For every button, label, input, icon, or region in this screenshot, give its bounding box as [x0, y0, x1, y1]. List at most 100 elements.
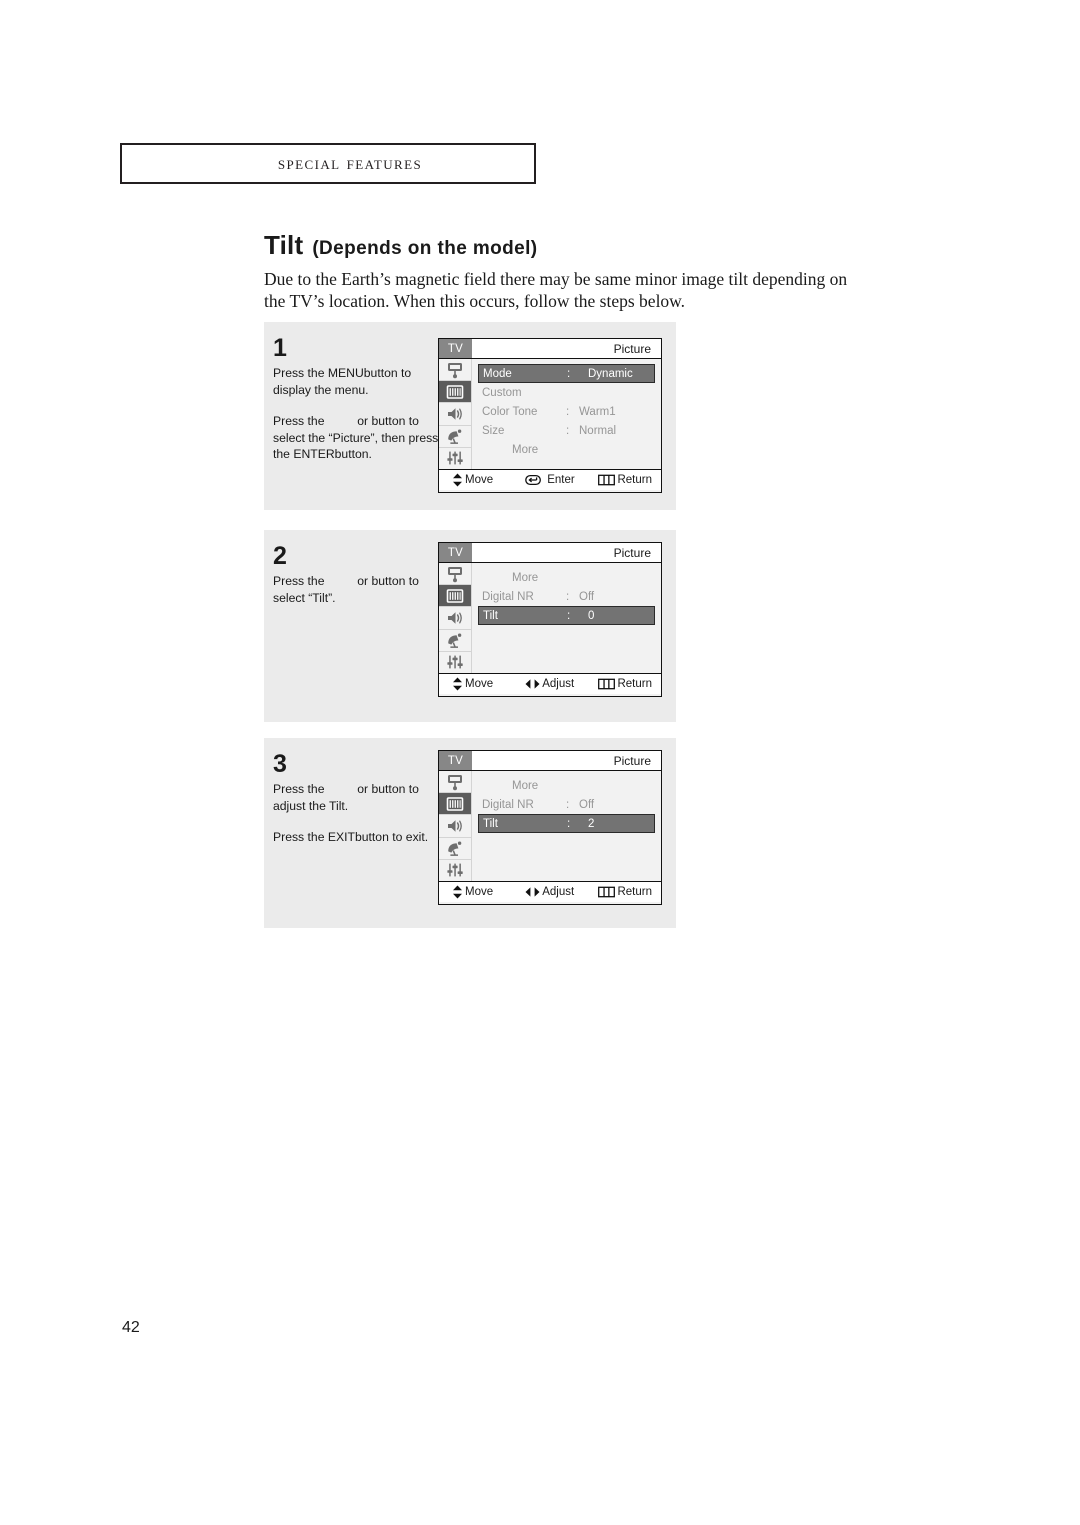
sound-icon[interactable] [439, 815, 471, 838]
step-text-column: 3 Press the or button to adjust the Tilt.… [273, 750, 441, 846]
osd-row-label: Tilt [483, 609, 498, 622]
setup-sliders-icon[interactable] [439, 448, 471, 469]
osd-row[interactable]: More [478, 776, 655, 795]
osd-body: More Digital NR: Off Tilt: 0 [439, 563, 661, 673]
osd-hint-label: Return [617, 678, 652, 690]
osd-row-value: Off [579, 798, 595, 811]
osd-item-list: More Digital NR: Off Tilt: 2 [472, 771, 661, 881]
channel-dish-icon[interactable] [439, 426, 471, 448]
step-panel-2: 2 Press the or button to select “Tilt”. TV… [264, 530, 676, 722]
osd-row[interactable]: More [478, 440, 655, 459]
osd-row-colon: : [567, 817, 571, 830]
osd-row-label: Custom [482, 386, 522, 399]
osd-row[interactable]: More [478, 568, 655, 587]
osd-row-colon: : [566, 405, 570, 418]
page-title-main: Tilt [264, 230, 304, 260]
step-number: 1 [273, 334, 287, 362]
osd-row-colon: : [566, 590, 570, 603]
page-title: Tilt (Depends on the model) [264, 230, 538, 261]
step-text-column: 1 Press the MENUbutton to display the men… [273, 334, 441, 463]
step-panel-1: 1 Press the MENUbutton to display the men… [264, 322, 676, 510]
osd-row[interactable]: Custom [478, 383, 655, 402]
osd-hint-bar: Move Adjust Return [439, 881, 661, 902]
osd-row[interactable]: Color Tone: Warm1 [478, 402, 655, 421]
section-header-inner: Special Features [122, 145, 534, 182]
step-panel-3: 3 Press the or button to adjust the Tilt.… [264, 738, 676, 928]
osd-row-value: Off [579, 590, 595, 603]
osd-titlebar: TV Picture [439, 543, 661, 563]
picture-icon[interactable] [439, 585, 471, 608]
osd-menu: TV Picture Mode: Dynamic Custom Color Tone: Wa… [438, 338, 662, 493]
page-number: 42 [122, 1319, 140, 1336]
osd-hint-move[interactable]: Move [444, 885, 525, 899]
osd-row-colon: : [567, 367, 571, 380]
osd-hint-label: Move [465, 678, 494, 690]
osd-hint-return[interactable]: Return [598, 678, 656, 690]
osd-hint-adjust[interactable]: Adjust [525, 678, 598, 690]
step-text-column: 2 Press the or button to select “Tilt”. [273, 542, 441, 606]
step-instruction: Press the or button to adjust the Tilt. [273, 782, 419, 813]
osd-hint-bar: Move Adjust Return [439, 673, 661, 694]
osd-row-selected[interactable]: Mode: Dynamic [478, 364, 655, 383]
osd-row-selected[interactable]: Tilt: 0 [478, 606, 655, 625]
osd-source-tab[interactable]: TV [439, 543, 472, 562]
osd-source-tab[interactable]: TV [439, 339, 472, 358]
osd-body: More Digital NR: Off Tilt: 2 [439, 771, 661, 881]
input-source-icon[interactable] [439, 563, 471, 586]
osd-titlebar: TV Picture [439, 751, 661, 771]
input-source-icon[interactable] [439, 771, 471, 794]
intro-paragraph: Due to the Earth’s magnetic field there … [264, 269, 848, 311]
osd-hint-enter[interactable]: Enter [525, 474, 598, 486]
osd-row[interactable]: Digital NR: Off [478, 587, 655, 606]
osd-icon-rail [439, 771, 472, 881]
osd-menu: TV Picture More Digital NR: Off Tilt: 2 Move Adj… [438, 750, 662, 905]
osd-row-selected[interactable]: Tilt: 2 [478, 814, 655, 833]
osd-row-value: Dynamic [588, 367, 633, 380]
picture-icon[interactable] [439, 793, 471, 816]
osd-hint-return[interactable]: Return [598, 474, 656, 486]
input-source-icon[interactable] [439, 359, 471, 382]
setup-sliders-icon[interactable] [439, 652, 471, 673]
step-number: 2 [273, 542, 287, 570]
step-instruction: Press the or button to select “Tilt”. [273, 574, 419, 605]
sound-icon[interactable] [439, 607, 471, 630]
osd-row[interactable]: Digital NR: Off [478, 795, 655, 814]
osd-item-list: Mode: Dynamic Custom Color Tone: Warm1 Size: N… [472, 359, 661, 469]
step-instruction: Press the or button to select the “Pictu… [273, 414, 439, 461]
osd-hint-move[interactable]: Move [444, 677, 525, 691]
osd-row-value: 0 [588, 609, 595, 622]
setup-sliders-icon[interactable] [439, 860, 471, 881]
step-number: 3 [273, 750, 287, 778]
osd-row-label: More [512, 571, 539, 584]
osd-row-colon: : [566, 424, 570, 437]
osd-menu-title: Picture [472, 751, 661, 770]
osd-row-value: Normal [579, 424, 617, 437]
page-title-sub: (Depends on the model) [312, 238, 538, 259]
picture-icon[interactable] [439, 381, 471, 404]
osd-hint-label: Adjust [542, 886, 575, 898]
osd-row-label: Digital NR [482, 798, 534, 811]
osd-titlebar: TV Picture [439, 339, 661, 359]
osd-hint-move[interactable]: Move [444, 473, 525, 487]
osd-icon-rail [439, 359, 472, 469]
osd-row-value: Warm1 [579, 405, 616, 418]
osd-hint-return[interactable]: Return [598, 886, 656, 898]
osd-source-tab[interactable]: TV [439, 751, 472, 770]
osd-row-label: Size [482, 424, 505, 437]
sound-icon[interactable] [439, 403, 471, 426]
osd-row-colon: : [567, 609, 571, 622]
osd-row-label: Tilt [483, 817, 498, 830]
channel-dish-icon[interactable] [439, 838, 471, 860]
osd-row[interactable]: Size: Normal [478, 421, 655, 440]
step-instruction: Press the MENUbutton to display the menu… [273, 366, 412, 397]
osd-hint-label: Enter [547, 474, 575, 486]
osd-menu-title: Picture [472, 339, 661, 358]
osd-row-label: Digital NR [482, 590, 534, 603]
osd-hint-adjust[interactable]: Adjust [525, 886, 598, 898]
osd-row-label: More [512, 443, 539, 456]
osd-hint-label: Adjust [542, 678, 575, 690]
osd-hint-label: Move [465, 474, 494, 486]
osd-hint-label: Return [617, 886, 652, 898]
section-header-box: Special Features [120, 143, 536, 184]
channel-dish-icon[interactable] [439, 630, 471, 652]
